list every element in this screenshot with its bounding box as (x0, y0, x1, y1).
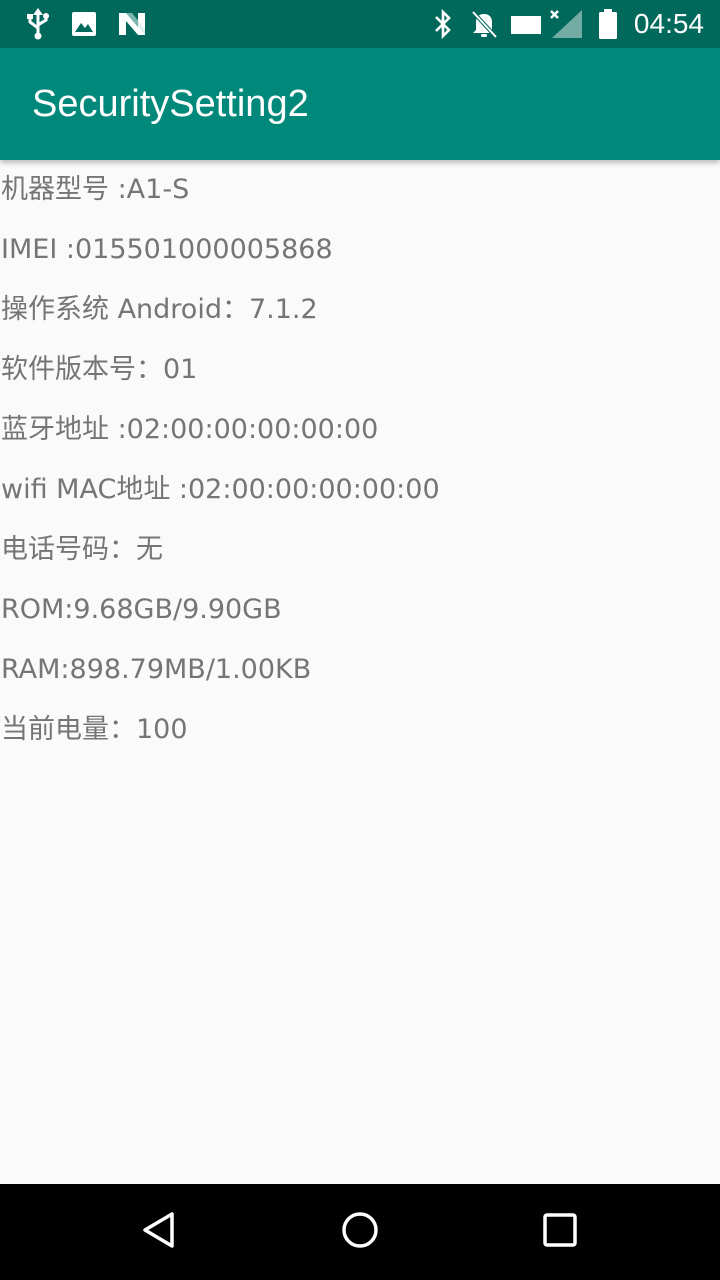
battery-full-icon (596, 8, 620, 40)
ram-text: RAM:898.79MB/1.00KB (1, 654, 312, 685)
usb-icon (22, 8, 54, 40)
os-text: 操作系统 Android：7.1.2 (1, 294, 318, 325)
model-text: 机器型号 :A1-S (1, 174, 190, 205)
software-version-text: 软件版本号：01 (1, 354, 198, 385)
recents-icon (540, 1210, 580, 1254)
imei-text: IMEI :015501000005868 (1, 234, 333, 265)
navigation-bar (0, 1184, 720, 1280)
battery-level-text: 当前电量：100 (1, 714, 188, 745)
phone-number-text: 电话号码：无 (1, 534, 163, 565)
app-title: SecuritySetting2 (32, 83, 309, 125)
wifi-mac-text: wifi MAC地址 :02:00:00:00:00:00 (1, 474, 440, 505)
status-bar: 04:54 (0, 0, 720, 48)
back-icon (140, 1210, 180, 1254)
image-notification-icon (70, 8, 98, 40)
wifi-no-connection-icon (510, 8, 544, 40)
app-bar: SecuritySetting2 (0, 48, 720, 160)
bluetooth-address-text: 蓝牙地址 :02:00:00:00:00:00 (1, 414, 379, 445)
rom-text: ROM:9.68GB/9.90GB (1, 594, 282, 625)
n-notification-icon (117, 8, 147, 40)
recents-button[interactable] (532, 1204, 588, 1260)
home-icon (340, 1210, 380, 1254)
back-button[interactable] (132, 1204, 188, 1260)
device-info-list: 机器型号 :A1-S IMEI :015501000005868 操作系统 An… (0, 160, 720, 1184)
home-button[interactable] (332, 1204, 388, 1260)
bluetooth-icon (431, 8, 455, 40)
notifications-off-icon (469, 8, 499, 40)
signal-icon (548, 8, 584, 40)
status-time: 04:54 (633, 8, 704, 39)
